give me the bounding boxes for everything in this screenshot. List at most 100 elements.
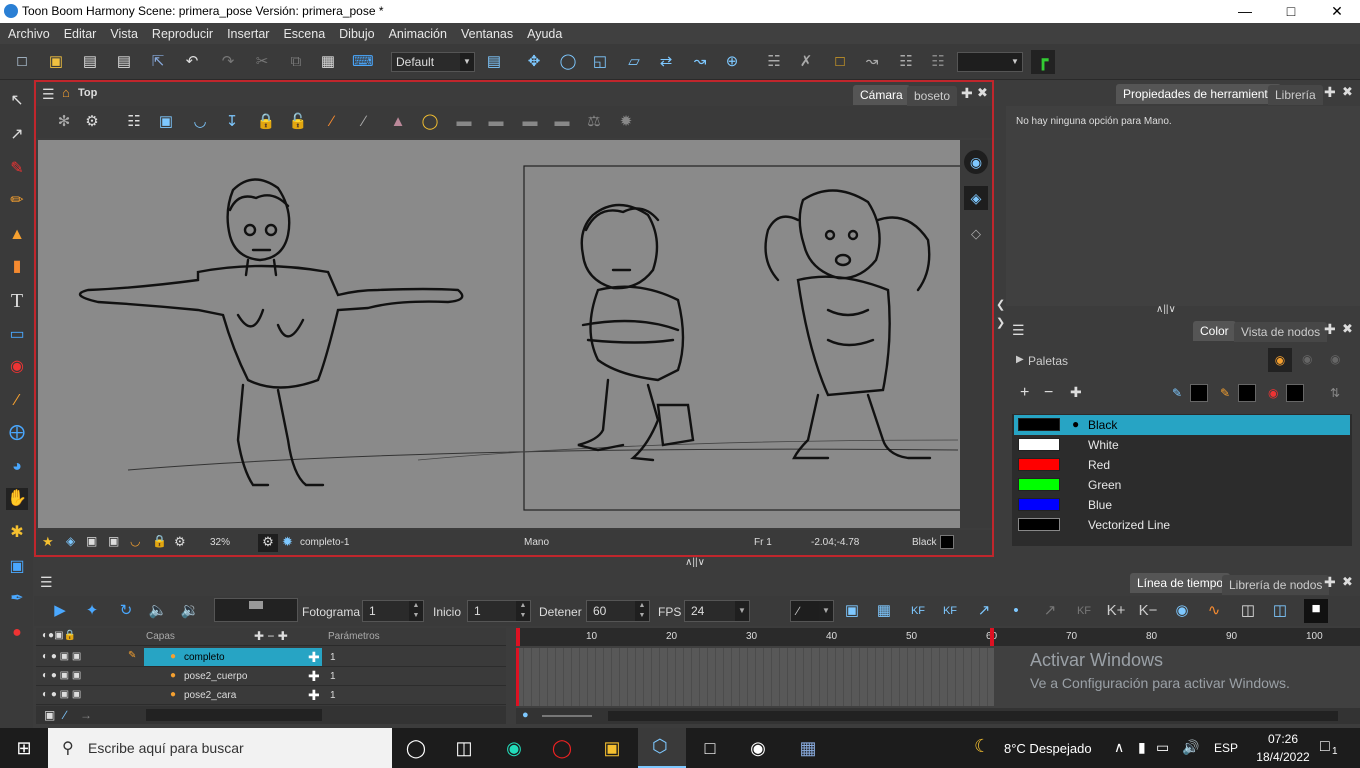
line-color-swatch[interactable] xyxy=(1190,384,1208,402)
panel-collapse-handle[interactable]: ❮ ❯ xyxy=(996,296,1006,336)
menu-ventanas[interactable]: Ventanas xyxy=(461,27,513,41)
menu-animacion[interactable]: Animación xyxy=(389,27,447,41)
camera-layer-icon[interactable]: ▣ xyxy=(44,708,55,722)
transform-icon[interactable]: ✥ xyxy=(524,52,544,72)
hand-tool-icon[interactable]: ✋ xyxy=(6,488,28,510)
paste-icon[interactable]: ▦ xyxy=(318,52,338,72)
rotate-icon[interactable]: ◯ xyxy=(558,52,578,72)
tab-camara[interactable]: Cámara xyxy=(853,85,910,105)
frame-cells[interactable] xyxy=(516,648,994,706)
ik-icon[interactable]: ✗ xyxy=(796,52,816,72)
layer-stack-4-icon[interactable]: ▬ xyxy=(552,112,572,132)
onion-status-icon[interactable]: ◡ xyxy=(130,534,140,548)
volume-icon[interactable]: 🔊 xyxy=(1182,739,1199,756)
panel-menu-icon[interactable]: ☰ xyxy=(1012,322,1025,339)
import-icon[interactable]: ⇱ xyxy=(148,52,168,72)
save-as-icon[interactable]: ▤ xyxy=(114,52,134,72)
settings-gear-icon[interactable]: ⚙ xyxy=(82,112,102,132)
swatch-row[interactable]: ● Black xyxy=(1014,415,1350,435)
speed-slider-thumb[interactable] xyxy=(249,601,263,609)
palette-icon[interactable]: ◉ xyxy=(1268,348,1292,372)
edge-icon[interactable]: ◉ xyxy=(502,736,526,760)
rectangle-tool-icon[interactable]: ▭ xyxy=(6,324,28,346)
close-panel-icon[interactable]: ✖ xyxy=(1342,574,1353,590)
taskbar-search[interactable]: ⚲ Escribe aquí para buscar xyxy=(48,728,392,768)
paint-app-icon[interactable]: ▦ xyxy=(796,736,820,760)
safe-area-icon[interactable]: ▣ xyxy=(156,112,176,132)
add-tab-icon[interactable]: ✚ xyxy=(961,85,973,102)
workspace-manager-icon[interactable]: ▤ xyxy=(484,52,504,72)
layer-stack-2-icon[interactable]: ▬ xyxy=(486,112,506,132)
drawing-canvas[interactable] xyxy=(38,140,960,528)
add-tab-icon[interactable]: ✚ xyxy=(1324,321,1336,338)
cut-icon[interactable]: ✂ xyxy=(252,52,272,72)
stop-motion-icon[interactable]: •—• xyxy=(1006,601,1026,659)
paint-color-swatch[interactable] xyxy=(1286,384,1304,402)
layer-view-icon[interactable]: ◈ xyxy=(964,186,988,210)
workspace-select[interactable]: Default ▼ xyxy=(391,52,475,72)
lock-all-icon[interactable]: 🔓 xyxy=(288,112,308,132)
text-tool-icon[interactable]: T xyxy=(6,290,28,312)
layer-toggles-icon[interactable]: ◐ ● ▣ ▣ xyxy=(42,670,81,681)
motion-keyframe-icon[interactable]: ↗ xyxy=(974,601,994,621)
ruler-icon[interactable]: ∕ xyxy=(322,112,342,132)
cortana-icon[interactable]: ◯ xyxy=(404,736,428,760)
visibility-icon[interactable]: ◐●▣🔒 xyxy=(42,630,76,641)
menu-insertar[interactable]: Insertar xyxy=(227,27,269,41)
swatch-row[interactable]: Green xyxy=(1014,475,1350,495)
fill-color-icon[interactable]: ✎ xyxy=(1220,386,1230,400)
flip-icon[interactable]: ⇄ xyxy=(656,52,676,72)
add-param-icon[interactable]: ✚ xyxy=(308,649,320,666)
spin-arrows-icon[interactable]: ▲ ▼ xyxy=(635,601,649,621)
add-param-icon[interactable]: ✚ xyxy=(308,687,320,704)
layer-toggles-icon[interactable]: ◐ ● ▣ ▣ xyxy=(42,689,81,700)
extend-exposure-icon[interactable]: K+ xyxy=(1106,601,1126,621)
palette-texture-icon[interactable]: ◉ xyxy=(1330,352,1340,366)
morph-tool-icon[interactable]: ◕ xyxy=(6,456,28,478)
clock-time[interactable]: 07:26 xyxy=(1258,732,1308,746)
tab-libreria[interactable]: Librería xyxy=(1268,85,1323,105)
new-scene-icon[interactable]: □ xyxy=(12,52,32,72)
layers-hscroll[interactable] xyxy=(146,709,322,721)
add-tab-icon[interactable]: ✚ xyxy=(1324,574,1336,591)
interpolation-select[interactable]: ∕ ▼ xyxy=(790,600,834,622)
redo-icon[interactable]: ↷ xyxy=(218,52,238,72)
peg-icon[interactable]: ☵ xyxy=(764,52,784,72)
sync-icon[interactable]: ◫ xyxy=(1270,601,1290,621)
toggle-columns-icon[interactable]: ◫ xyxy=(1238,601,1258,621)
frames-hscroll[interactable] xyxy=(608,711,1338,721)
menu-vista[interactable]: Vista xyxy=(110,27,138,41)
play-selection-icon[interactable]: ✦ xyxy=(82,601,102,621)
kf-locked-icon[interactable]: KF xyxy=(1074,601,1094,621)
add-color-icon[interactable]: + xyxy=(1020,384,1029,402)
spin-arrows-icon[interactable]: ▲ ▼ xyxy=(516,601,530,621)
ruler-alt-icon[interactable]: ∕ xyxy=(354,112,374,132)
ease-curve-icon[interactable]: ∿ xyxy=(1204,601,1224,621)
minimize-button[interactable]: — xyxy=(1222,0,1268,23)
line-color-icon[interactable]: ✎ xyxy=(1172,386,1182,400)
menu-ayuda[interactable]: Ayuda xyxy=(527,27,562,41)
playhead-end[interactable] xyxy=(990,628,994,646)
sound-icon[interactable]: 🔈 xyxy=(148,601,168,621)
tab-color[interactable]: Color xyxy=(1193,321,1236,341)
clock-date[interactable]: 18/4/2022 xyxy=(1252,750,1314,764)
weather-icon[interactable]: ☾ xyxy=(974,736,990,757)
spline-icon[interactable]: ↝ xyxy=(862,52,882,72)
microphone-icon[interactable]: ▮ xyxy=(1138,739,1146,756)
eraser-tool-icon[interactable]: ▮ xyxy=(6,256,28,278)
panel-menu-icon[interactable]: ☰ xyxy=(42,86,55,103)
add-texture-icon[interactable]: ✚ xyxy=(1070,384,1082,401)
tab-libreria-de-nodos[interactable]: Librería de nodos xyxy=(1222,575,1330,595)
reset-view-icon[interactable]: ⚙ xyxy=(174,534,186,550)
zoom-icon[interactable]: ● xyxy=(522,709,529,721)
paint-color-icon[interactable]: ◉ xyxy=(1268,386,1278,400)
playhead-start[interactable] xyxy=(516,628,520,646)
panel-split-handle[interactable]: ∧||∨ xyxy=(1156,304,1176,315)
tab-vista-de-nodos[interactable]: Vista de nodos xyxy=(1234,322,1328,342)
playback-speed-slider[interactable] xyxy=(214,598,298,622)
transform-tool-icon[interactable]: ▣ xyxy=(6,556,28,578)
play-icon[interactable]: ▶ xyxy=(50,601,70,621)
panel-menu-icon[interactable]: ☰ xyxy=(40,574,53,591)
pin-icon[interactable]: ✻ xyxy=(54,112,74,132)
balance-icon[interactable]: ⚖ xyxy=(584,112,604,132)
